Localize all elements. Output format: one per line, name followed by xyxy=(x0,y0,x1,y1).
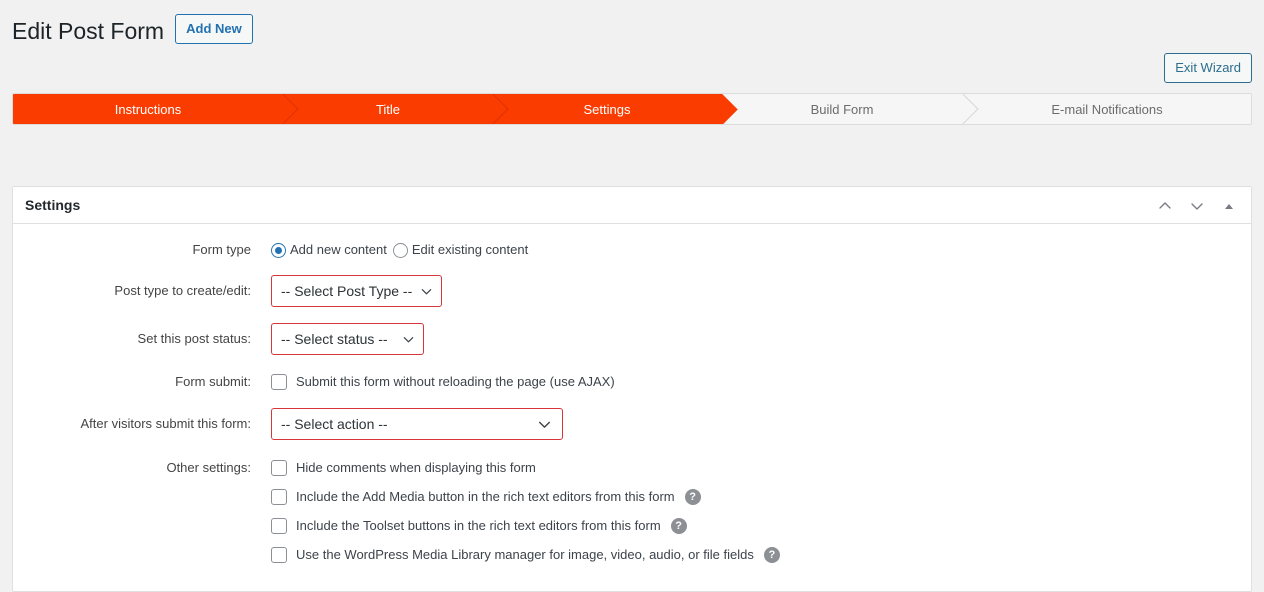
checkbox-label: Include the Toolset buttons in the rich … xyxy=(296,518,661,533)
checkbox-indicator[interactable] xyxy=(271,518,287,534)
wizard-step-label: E-mail Notifications xyxy=(1051,101,1163,117)
triangle-up-icon[interactable] xyxy=(1221,198,1237,214)
radio-edit-existing-content[interactable]: Edit existing content xyxy=(392,240,529,260)
exit-wizard-button[interactable]: Exit Wizard xyxy=(1164,53,1252,83)
after-submit-select-value: -- Select action -- xyxy=(281,416,388,432)
help-icon[interactable]: ? xyxy=(763,547,780,563)
checkbox-label: Hide comments when displaying this form xyxy=(296,460,536,475)
post-type-field: -- Select Post Type -- xyxy=(271,275,1251,307)
wizard-step-title[interactable]: Title xyxy=(283,94,509,124)
after-submit-label: After visitors submit this form: xyxy=(80,416,251,431)
wizard-step-label: Build Form xyxy=(810,101,874,117)
wizard-step-bar: Instructions Title Settings Build Form E… xyxy=(12,93,1252,125)
form-row-post-status: Set this post status: -- Select status -… xyxy=(13,323,1251,355)
post-type-label: Post type to create/edit: xyxy=(114,283,251,298)
checkbox-indicator[interactable] xyxy=(271,460,287,476)
chevron-down-icon xyxy=(537,417,552,432)
checkbox-label: Include the Add Media button in the rich… xyxy=(296,489,675,504)
add-new-button[interactable]: Add New xyxy=(175,14,253,45)
post-type-select-value: -- Select Post Type -- xyxy=(281,283,413,299)
settings-panel-header: Settings xyxy=(13,187,1251,224)
wizard-step-build-form[interactable]: Build Form xyxy=(721,94,979,124)
wizard-step-settings[interactable]: Settings xyxy=(493,94,738,124)
page-header: Edit Post Form Add New xyxy=(12,8,253,51)
help-icon[interactable]: ? xyxy=(670,518,687,534)
other-settings-label: Other settings: xyxy=(166,460,251,475)
post-status-select-value: -- Select status -- xyxy=(281,331,388,347)
radio-label: Edit existing content xyxy=(411,242,529,257)
post-status-label: Set this post status: xyxy=(137,331,251,346)
checkbox-label: Submit this form without reloading the p… xyxy=(296,374,615,389)
checkbox-include-toolset-buttons[interactable]: Include the Toolset buttons in the rich … xyxy=(271,516,1251,536)
wizard-step-instructions[interactable]: Instructions xyxy=(13,94,299,124)
chevron-down-icon xyxy=(402,333,415,346)
settings-panel-body: Form type Add new content Edit existing … xyxy=(13,224,1251,591)
wizard-step-email-notifications[interactable]: E-mail Notifications xyxy=(963,94,1251,124)
form-row-post-type: Post type to create/edit: -- Select Post… xyxy=(13,275,1251,307)
radio-indicator[interactable] xyxy=(271,242,286,258)
post-status-select[interactable]: -- Select status -- xyxy=(271,323,424,355)
chevron-down-icon xyxy=(420,285,433,298)
help-icon[interactable]: ? xyxy=(684,489,701,505)
radio-indicator[interactable] xyxy=(392,242,408,258)
checkbox-include-add-media[interactable]: Include the Add Media button in the rich… xyxy=(271,487,1251,507)
other-settings-field: Hide comments when displaying this form … xyxy=(271,458,1251,565)
radio-add-new-content[interactable]: Add new content xyxy=(271,240,387,260)
post-status-field: -- Select status -- xyxy=(271,323,1251,355)
checkbox-hide-comments[interactable]: Hide comments when displaying this form xyxy=(271,458,1251,478)
radio-label: Add new content xyxy=(290,242,387,257)
form-submit-field: Submit this form without reloading the p… xyxy=(271,372,1251,392)
checkbox-indicator[interactable] xyxy=(271,489,287,505)
form-row-form-submit: Form submit: Submit this form without re… xyxy=(13,372,1251,392)
page-title: Edit Post Form xyxy=(12,18,165,44)
form-type-radio-group: Add new content Edit existing content xyxy=(271,240,1251,260)
form-row-form-type: Form type Add new content Edit existing … xyxy=(13,240,1251,260)
form-submit-label: Form submit: xyxy=(175,374,251,389)
form-type-label: Form type xyxy=(192,242,251,257)
wizard-step-label: Instructions xyxy=(114,101,182,117)
post-type-select[interactable]: -- Select Post Type -- xyxy=(271,275,443,307)
checkbox-indicator[interactable] xyxy=(271,547,287,563)
wizard-step-label: Settings xyxy=(583,101,631,117)
wizard-step-label: Title xyxy=(375,101,401,117)
form-type-field: Add new content Edit existing content xyxy=(271,240,1251,260)
panel-title: Settings xyxy=(25,197,81,213)
after-submit-field: -- Select action -- xyxy=(271,408,1251,440)
form-row-other-settings: Other settings: Hide comments when displ… xyxy=(13,458,1251,565)
checkbox-label: Use the WordPress Media Library manager … xyxy=(296,547,754,562)
exit-wizard-container: Exit Wizard xyxy=(1164,53,1252,83)
checkbox-indicator[interactable] xyxy=(271,374,287,390)
after-submit-select[interactable]: -- Select action -- xyxy=(271,408,563,440)
checkbox-use-media-library[interactable]: Use the WordPress Media Library manager … xyxy=(271,545,1251,565)
chevron-down-icon[interactable] xyxy=(1189,198,1205,214)
chevron-up-icon[interactable] xyxy=(1157,198,1173,214)
panel-header-actions xyxy=(1157,187,1237,224)
form-row-after-submit: After visitors submit this form: -- Sele… xyxy=(13,408,1251,440)
checkbox-ajax-submit[interactable]: Submit this form without reloading the p… xyxy=(271,372,1251,392)
settings-panel: Settings Form type Add new content Edit … xyxy=(12,186,1252,592)
